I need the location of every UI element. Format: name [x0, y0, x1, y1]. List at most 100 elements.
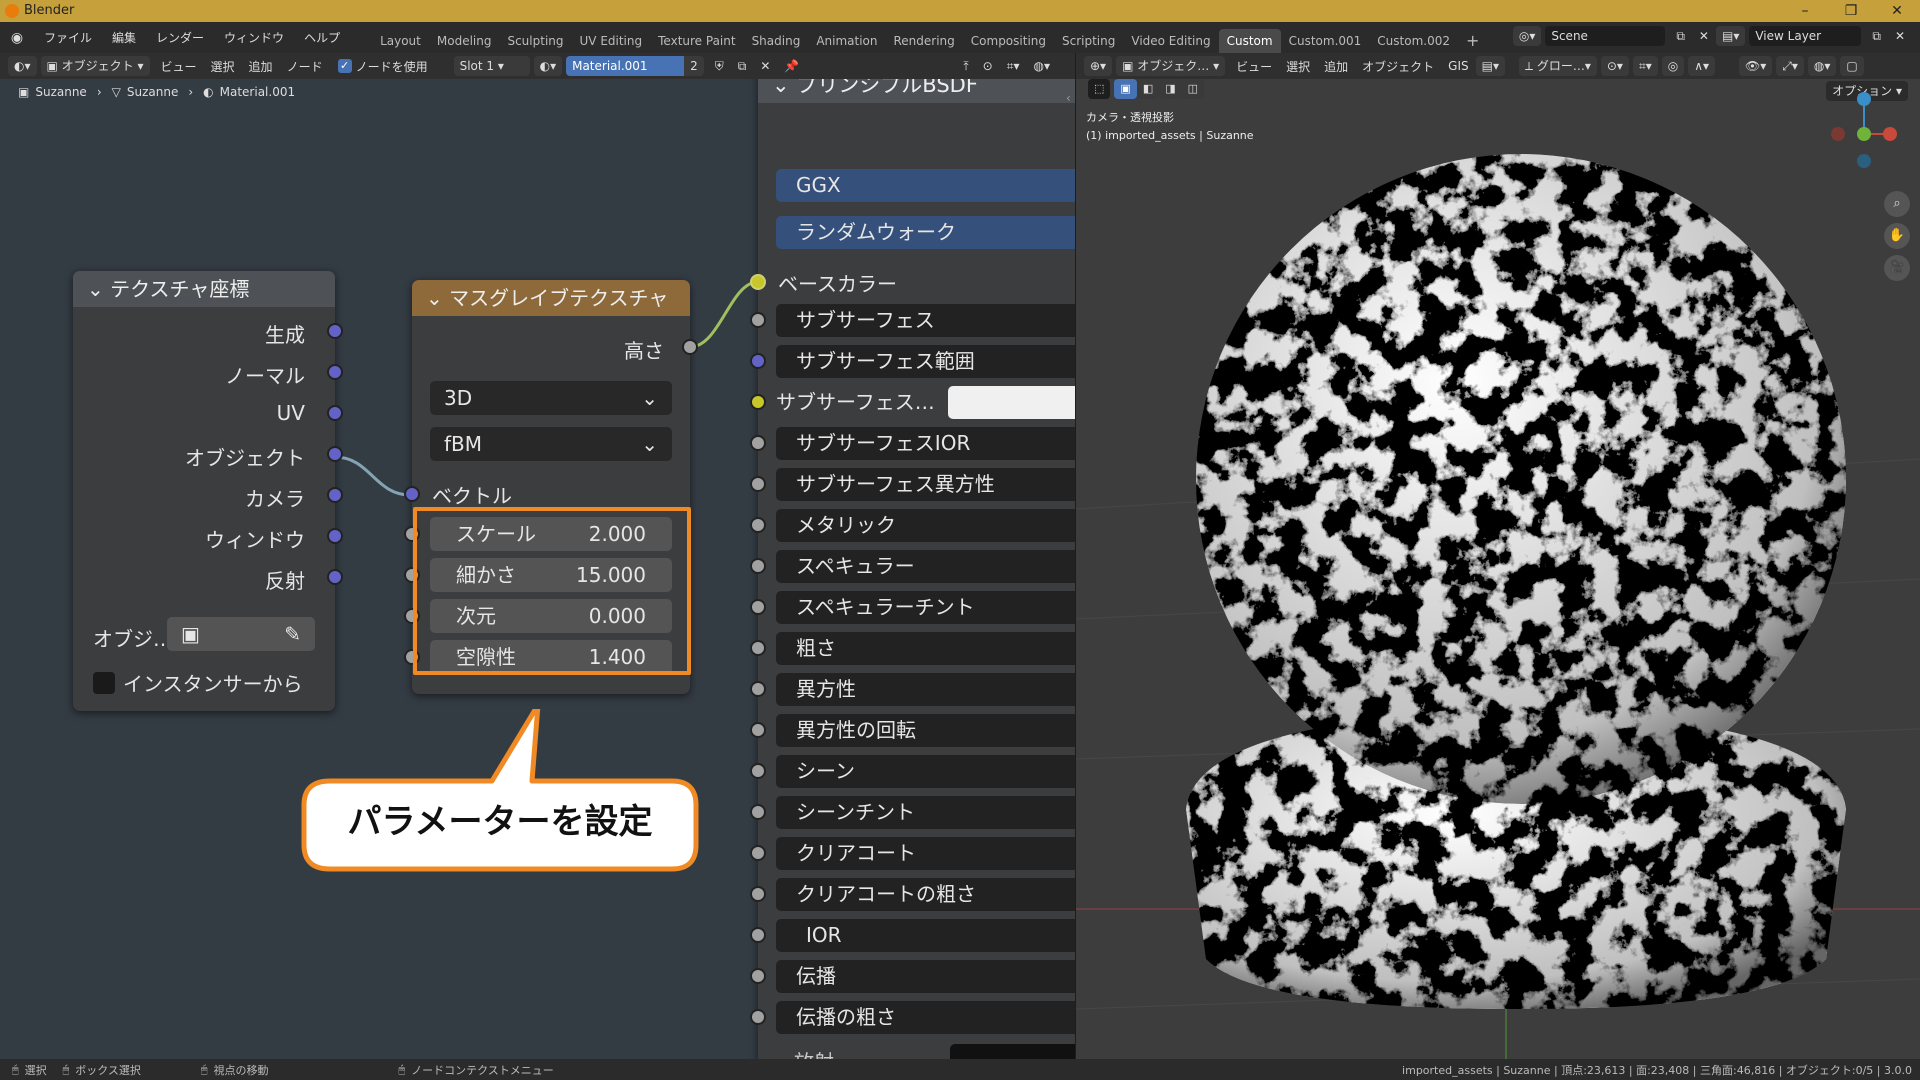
fake-user-icon[interactable]: ⛨	[708, 59, 731, 74]
pin-icon[interactable]: 📌	[777, 59, 806, 73]
bsdf-input-socket[interactable]	[750, 722, 766, 738]
socket-base-color[interactable]	[750, 274, 766, 290]
bsdf-color-input[interactable]: サブサーフェス…	[776, 386, 1075, 419]
node-header[interactable]: ⌄ プリンシプルBSDF	[758, 79, 1075, 103]
bsdf-input-field[interactable]: 異方性の回転	[776, 714, 1075, 747]
bsdf-input-field[interactable]: サブサーフェス範囲	[776, 345, 1075, 378]
socket-camera[interactable]	[327, 487, 343, 503]
overlay-icon[interactable]: ◍▾	[1027, 59, 1058, 73]
menu-view[interactable]: ビュー	[1229, 58, 1279, 75]
pivot-icon[interactable]: ⊙▾	[1600, 56, 1629, 76]
collapse-chevron-icon[interactable]: ⌄	[426, 286, 443, 310]
menu-select[interactable]: 選択	[1279, 58, 1317, 75]
eyedropper-icon[interactable]: ✎	[284, 617, 301, 651]
object-mode-dropdown[interactable]: ▣ オブジェクト ▾	[40, 56, 150, 76]
use-nodes-checkbox[interactable]: ✓ ノードを使用	[337, 58, 428, 75]
node-header[interactable]: ⌄ マスグレイブテクスチャ	[412, 280, 690, 316]
tab-texture-paint[interactable]: Texture Paint	[650, 29, 743, 53]
socket-generated[interactable]	[327, 323, 343, 339]
menu-gis[interactable]: GIS	[1441, 59, 1475, 73]
gis-icon[interactable]: ▤▾	[1475, 56, 1505, 76]
material-users-count[interactable]: 2	[684, 56, 704, 76]
emission-color-swatch[interactable]	[950, 1044, 1075, 1059]
tab-custom-002[interactable]: Custom.002	[1369, 29, 1458, 53]
bsdf-color-swatch[interactable]	[948, 386, 1075, 419]
snap-icon[interactable]: ⊙	[976, 59, 1000, 73]
tab-compositing[interactable]: Compositing	[963, 29, 1054, 53]
bsdf-input-field[interactable]: シーンチント	[776, 796, 1075, 829]
tab-modeling[interactable]: Modeling	[429, 29, 500, 53]
bsdf-input-socket[interactable]	[750, 968, 766, 984]
bsdf-input-field[interactable]: シーン	[776, 755, 1075, 788]
bsdf-input-socket[interactable]	[750, 927, 766, 943]
sidebar-toggle-icon[interactable]: ‹	[1066, 91, 1071, 105]
add-workspace-button[interactable]: +	[1458, 29, 1487, 53]
minimize-button[interactable]: –	[1782, 0, 1828, 22]
scene-remove-icon[interactable]: ✕	[1692, 29, 1716, 43]
parent-node-tree-icon[interactable]: ⤒	[956, 59, 975, 74]
bsdf-input-field[interactable]: IOR	[776, 919, 1075, 952]
bsdf-input-field[interactable]: 伝播	[776, 960, 1075, 993]
view-layer-field[interactable]: View Layer	[1749, 26, 1862, 46]
menu-select[interactable]: 選択	[204, 58, 242, 75]
bsdf-input-field[interactable]: 異方性	[776, 673, 1075, 706]
menu-render[interactable]: レンダー	[146, 29, 214, 46]
bsdf-input-socket[interactable]	[750, 1009, 766, 1025]
transform-orientation-dropdown[interactable]: ⟂ グロー…▾	[1519, 56, 1597, 76]
bsdf-input-socket[interactable]	[750, 353, 766, 369]
duplicate-material-icon[interactable]: ⧉	[731, 59, 754, 74]
object-field[interactable]: ▣ ✎	[167, 617, 315, 651]
bsdf-input-field[interactable]: 伝播の粗さ	[776, 1001, 1075, 1034]
menu-edit[interactable]: 編集	[102, 29, 146, 46]
3d-viewport[interactable]: ⬚ ▣ ◧ ◨ ◫ オプション ▾ カメラ・透視投影 (1) imported_…	[1076, 79, 1920, 1059]
tab-uv-editing[interactable]: UV Editing	[572, 29, 651, 53]
socket-uv[interactable]	[327, 405, 343, 421]
visibility-icon[interactable]: 👁▾	[1739, 56, 1773, 76]
bsdf-input-socket[interactable]	[750, 476, 766, 492]
menu-add[interactable]: 追加	[1317, 58, 1355, 75]
menu-add[interactable]: 追加	[242, 58, 280, 75]
tab-video-editing[interactable]: Video Editing	[1123, 29, 1218, 53]
bsdf-input-field[interactable]: 粗さ	[776, 632, 1075, 665]
menu-window[interactable]: ウィンドウ	[214, 29, 294, 46]
tab-scripting[interactable]: Scripting	[1054, 29, 1123, 53]
bsdf-input-socket[interactable]	[750, 394, 766, 410]
bsdf-input-socket[interactable]	[750, 886, 766, 902]
gizmo-icon[interactable]: ⤢▾	[1776, 56, 1804, 76]
bsdf-input-socket[interactable]	[750, 599, 766, 615]
material-browse-icon[interactable]: ◐▾	[533, 56, 563, 76]
texture-coordinate-node[interactable]: ⌄ テクスチャ座標 生成 ノーマル UV オブジェクト カメラ ウィンドウ 反射…	[73, 271, 343, 711]
tab-sculpting[interactable]: Sculpting	[499, 29, 571, 53]
socket-object[interactable]	[327, 446, 343, 462]
falloff-icon[interactable]: ∧▾	[1688, 56, 1716, 76]
menu-node[interactable]: ノード	[280, 58, 330, 75]
tab-layout[interactable]: Layout	[372, 29, 429, 53]
bsdf-input-field[interactable]: スペキュラーチント	[776, 591, 1075, 624]
menu-help[interactable]: ヘルプ	[294, 29, 350, 46]
bsdf-input-socket[interactable]	[750, 640, 766, 656]
tab-rendering[interactable]: Rendering	[886, 29, 963, 53]
socket-normal[interactable]	[327, 364, 343, 380]
distribution-dropdown[interactable]: GGX	[776, 169, 1075, 202]
bsdf-input-socket[interactable]	[750, 435, 766, 451]
editor-type-icon[interactable]: ◐▾	[8, 56, 37, 76]
proportional-edit-icon[interactable]: ◎	[1661, 56, 1685, 76]
bsdf-input-socket[interactable]	[750, 312, 766, 328]
unlink-material-icon[interactable]: ✕	[753, 59, 777, 73]
view-layer-remove-icon[interactable]: ✕	[1888, 29, 1912, 43]
blender-menu-icon[interactable]: ◉	[0, 30, 34, 46]
menu-file[interactable]: ファイル	[34, 29, 102, 46]
maximize-button[interactable]: ❐	[1828, 0, 1874, 22]
object-mode-dropdown[interactable]: ▣ オブジェク… ▾	[1116, 56, 1226, 76]
tab-animation[interactable]: Animation	[808, 29, 885, 53]
bsdf-input-field[interactable]: サブサーフェス異方性	[776, 468, 1075, 501]
socket-vector[interactable]	[404, 486, 420, 502]
node-header[interactable]: ⌄ テクスチャ座標	[73, 271, 335, 307]
overlay-icon[interactable]: ◍▾	[1807, 56, 1837, 76]
scene-icon[interactable]: ◎▾	[1512, 26, 1542, 46]
subsurface-method-dropdown[interactable]: ランダムウォーク	[776, 216, 1075, 249]
socket-height[interactable]	[682, 339, 698, 355]
slot-dropdown[interactable]: Slot 1 ▾	[453, 56, 530, 76]
collapse-chevron-icon[interactable]: ⌄	[772, 79, 790, 97]
node-editor[interactable]: ▣ Suzanne › ▽ Suzanne › ◐ Material.001 ⌄…	[0, 79, 1075, 1059]
